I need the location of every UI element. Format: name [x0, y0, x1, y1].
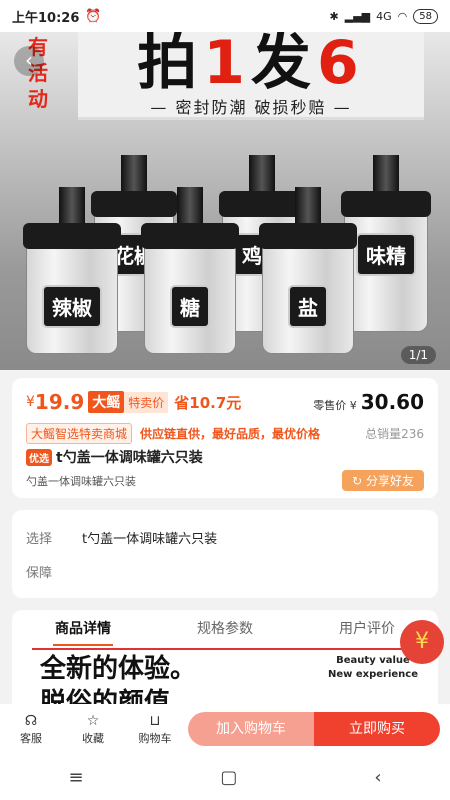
service-button[interactable]: ☊ 客服	[0, 713, 62, 746]
cart-button[interactable]: ⊔ 购物车	[124, 713, 186, 746]
retail-value: 30.60	[360, 390, 424, 414]
status-bar: 上午10:26 ⏰ ✱ ▂▄▆ 4G ◠ 58	[0, 0, 450, 32]
star-icon: ☆	[86, 712, 100, 729]
system-nav-bar: ≡ ▢ ‹	[0, 754, 450, 800]
add-to-cart-button[interactable]: 加入购物车	[188, 712, 314, 746]
jar-label: 辣椒	[42, 285, 102, 328]
save-amount: 省10.7元	[174, 393, 242, 412]
shop-row: 大鳐智选特卖商城 供应链直供，最好品质，最优价格 总销量236	[26, 423, 424, 444]
back-nav-icon[interactable]: ‹	[374, 767, 381, 788]
bottom-action-bar: ☊ 客服 ☆ 收藏 ⊔ 购物车 加入购物车 立即购买	[0, 704, 450, 754]
cart-icon: ⊔	[149, 712, 161, 729]
alarm-icon: ⏰	[85, 8, 102, 24]
banner-char-b: 发	[251, 32, 317, 98]
image-counter: 1/1	[400, 346, 436, 364]
promo-banner: 拍1发6 — 密封防潮 破损秒赔 —	[78, 32, 424, 120]
options-card: 选择 t勺盖一体调味罐六只装 保障	[12, 510, 438, 598]
product-title: t勺盖一体调味罐六只装	[56, 450, 203, 466]
product-subtitle: 勺盖一体调味罐六只装	[26, 475, 136, 488]
select-label: 选择	[26, 532, 53, 547]
favorite-button[interactable]: ☆ 收藏	[62, 713, 124, 746]
preferred-tag: 优选	[26, 448, 52, 466]
network-type: 4G	[376, 9, 392, 23]
banner-headline: 拍1发6	[78, 32, 424, 94]
mascot-icon[interactable]: ¥	[400, 620, 444, 664]
detail-tabs: 商品详情 规格参数 用户评价	[12, 610, 438, 646]
battery-icon: 58	[413, 8, 438, 24]
retail-price: 零售价 ¥ 30.60	[313, 390, 424, 414]
special-price-tag: 特卖价	[124, 391, 169, 413]
price-row: ¥ 19.9 大鳐 特卖价 省10.7元	[26, 390, 241, 414]
detail-divider	[32, 648, 418, 650]
detail-english: Beauty value New experience	[328, 654, 418, 682]
home-icon[interactable]: ▢	[220, 767, 237, 788]
status-time: 上午10:26	[12, 10, 80, 26]
back-icon[interactable]: ‹	[14, 46, 44, 76]
jar-front-2: 糖	[141, 187, 239, 354]
jar-label: 盐	[288, 285, 328, 328]
detail-line-1: 全新的体验。	[40, 654, 197, 684]
guarantee-row[interactable]: 保障	[26, 562, 82, 581]
sale-price: 19.9	[34, 390, 85, 414]
sold-count: 总销量236	[365, 427, 424, 441]
banner-subline: — 密封防潮 破损秒赔 —	[150, 98, 352, 117]
brand-badge: 大鳐	[88, 391, 125, 413]
menu-icon[interactable]: ≡	[68, 767, 83, 788]
service-label: 客服	[20, 731, 42, 745]
favorite-label: 收藏	[82, 731, 104, 745]
jar-front-3: 盐	[259, 187, 357, 354]
guarantee-label: 保障	[26, 566, 53, 581]
retail-label: 零售价 ¥	[313, 399, 357, 412]
cart-label: 购物车	[138, 731, 172, 745]
wifi-icon: ◠	[397, 9, 408, 23]
headset-icon: ☊	[24, 712, 38, 729]
detail-en-2: New experience	[327, 669, 418, 680]
share-button[interactable]: ↻ 分享好友	[342, 470, 424, 491]
product-title-row: 优选 t勺盖一体调味罐六只装	[26, 447, 203, 467]
signal-icon: ▂▄▆	[344, 9, 371, 23]
jar-label: 味精	[356, 233, 416, 276]
share-label: 分享好友	[365, 474, 414, 488]
shop-tag[interactable]: 大鳐智选特卖商城	[26, 423, 133, 444]
banner-num-1: 1	[203, 32, 251, 98]
currency-symbol: ¥	[26, 394, 35, 410]
jar-front-1: 辣椒	[23, 187, 121, 354]
banner-char-a: 拍	[137, 32, 204, 98]
tab-details[interactable]: 商品详情	[12, 618, 154, 646]
buy-now-button[interactable]: 立即购买	[314, 712, 440, 746]
bluetooth-icon: ✱	[329, 9, 339, 23]
select-value: t勺盖一体调味罐六只装	[82, 532, 218, 547]
jar-label: 糖	[170, 285, 210, 328]
select-row[interactable]: 选择 t勺盖一体调味罐六只装	[26, 528, 217, 547]
tab-specs[interactable]: 规格参数	[154, 618, 296, 638]
share-icon: ↻	[352, 474, 363, 488]
product-image[interactable]: 有活动 拍1发6 — 密封防潮 破损秒赔 — 花椒 鸡精 味精 辣椒 糖 盐 ‹…	[0, 32, 450, 370]
shop-slogan: 供应链直供，最好品质，最优价格	[140, 427, 321, 441]
price-card: ¥ 19.9 大鳐 特卖价 省10.7元 零售价 ¥ 30.60 大鳐智选特卖商…	[12, 378, 438, 498]
banner-num-2: 6	[317, 32, 365, 98]
